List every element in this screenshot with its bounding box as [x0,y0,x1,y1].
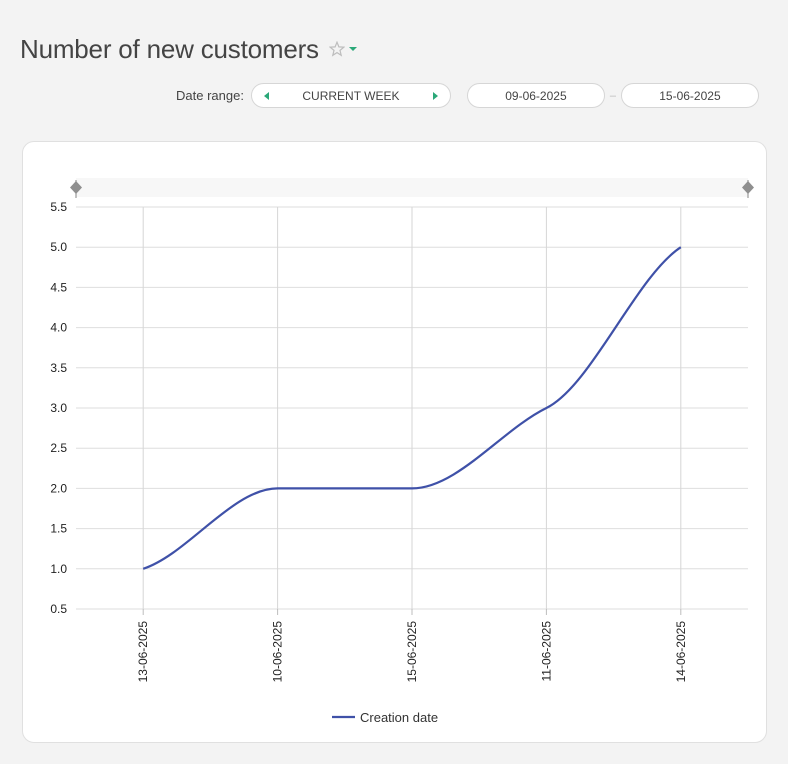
caret-down-icon[interactable] [348,47,357,51]
end-date-value: 15-06-2025 [659,88,721,103]
y-tick-label: 1.5 [50,522,67,536]
date-separator: – [609,89,616,102]
y-tick-label: 3.0 [50,401,67,415]
end-date-field[interactable]: 15-06-2025 [620,83,759,108]
x-tick-label: 15-06-2025 [405,621,419,683]
x-tick-label: 14-06-2025 [674,621,688,683]
start-date-field[interactable]: 09-06-2025 [466,83,605,108]
y-tick-label: 0.5 [50,602,67,616]
arrow-left-icon[interactable] [263,92,269,100]
start-date-value: 09-06-2025 [505,88,567,103]
y-tick-label: 1.0 [50,562,67,576]
x-tick-label: 11-06-2025 [539,621,553,682]
date-range-label: Date range: [176,88,244,103]
arrow-right-icon[interactable] [432,92,438,100]
y-tick-label: 4.5 [50,280,67,294]
x-tick-label: 10-06-2025 [271,621,285,683]
date-range-selector[interactable]: CURRENT WEEK [250,83,451,108]
line-chart: 0.5 1.0 1.5 2.0 2.5 3.0 3.5 4.0 4.5 5.0 5.5 13-06-… [50,178,754,725]
zoom-track[interactable] [76,178,748,197]
y-tick-label: 5.0 [50,240,67,254]
x-tick-label: 13-06-2025 [136,621,150,683]
title-row: Number of new customers [20,30,357,68]
x-axis: 13-06-2025 10-06-2025 15-06-2025 11-06-2025… [136,609,688,682]
y-axis: 0.5 1.0 1.5 2.0 2.5 3.0 3.5 4.0 4.5 5.0 5.5 [50,200,67,616]
chart-legend[interactable]: Creation date [332,710,438,725]
date-range-value: CURRENT WEEK [302,88,400,103]
page-title: Number of new customers [20,33,319,64]
legend-label[interactable]: Creation date [360,710,438,725]
chart-card: 0.5 1.0 1.5 2.0 2.5 3.0 3.5 4.0 4.5 5.0 5.5 13-06-… [22,141,767,743]
y-tick-label: 3.5 [50,361,67,375]
zoom-bar[interactable] [70,178,754,198]
star-icon[interactable] [328,40,346,57]
date-filter: Date range: CURRENT WEEK 09-06-2025 – 15… [176,82,759,109]
y-tick-label: 2.5 [50,441,67,455]
y-tick-label: 4.0 [50,321,67,335]
y-tick-label: 5.5 [50,200,67,214]
y-tick-label: 2.0 [50,481,67,495]
